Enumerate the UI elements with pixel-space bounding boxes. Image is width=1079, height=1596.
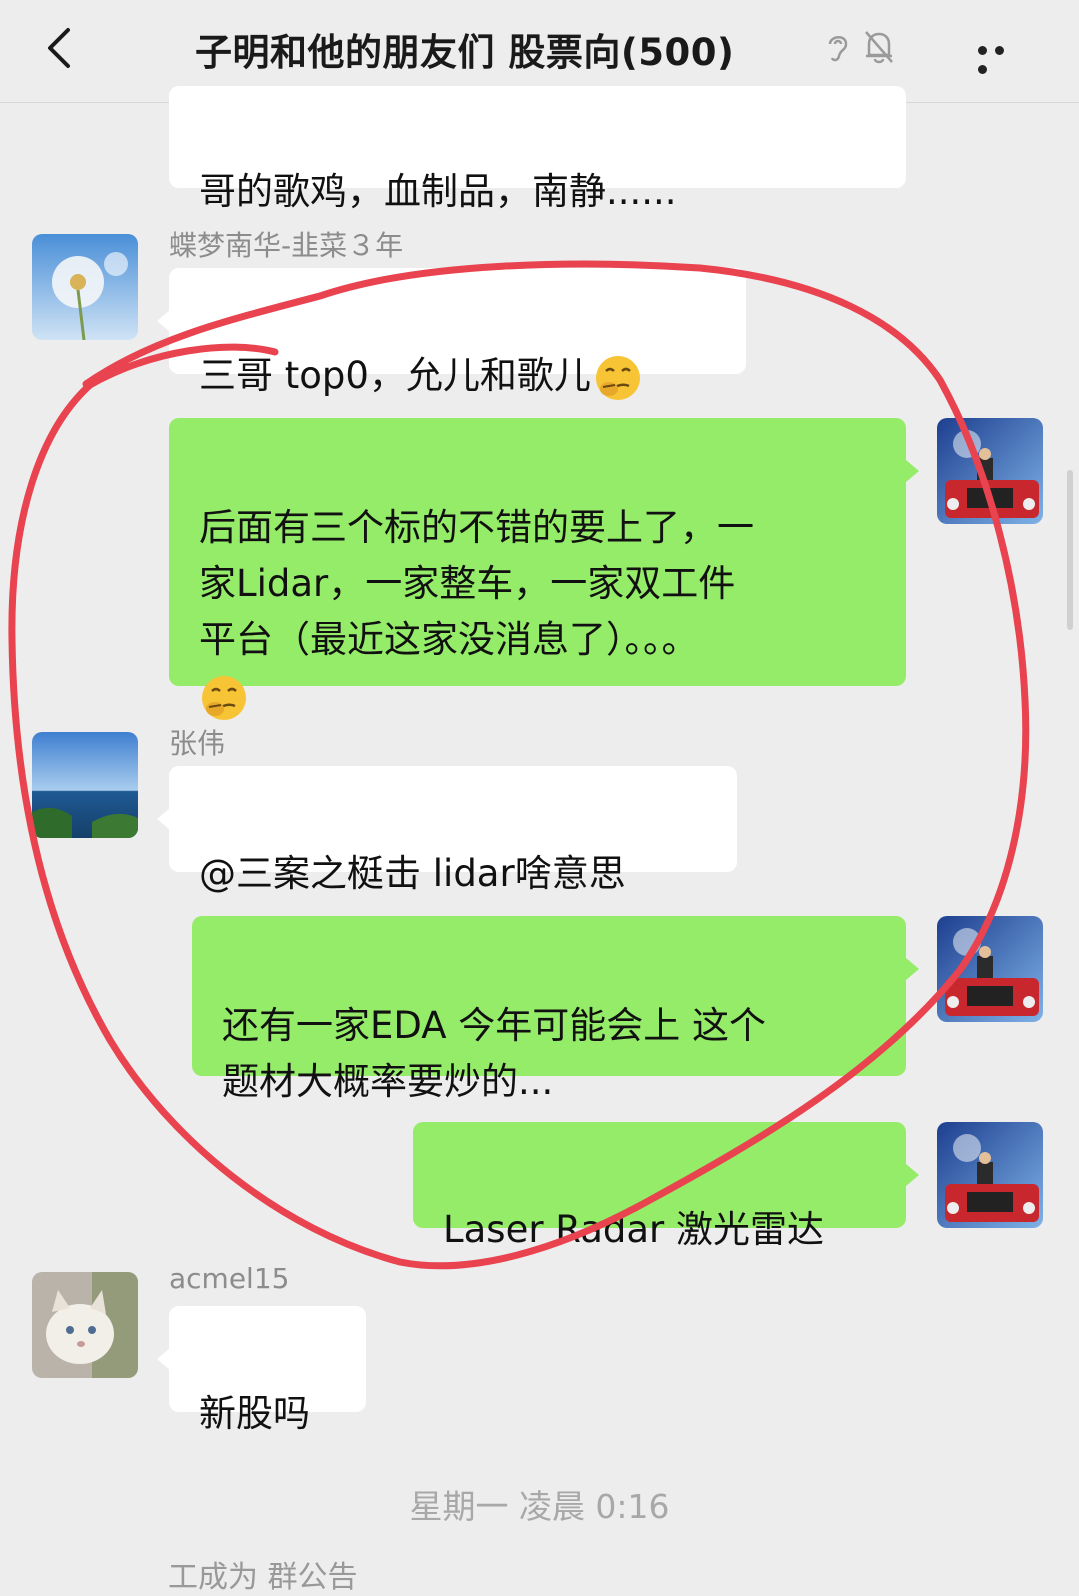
mute-bell-icon [865, 31, 893, 64]
avatar[interactable] [32, 1272, 138, 1378]
sender-name: 蝶梦南华-韭菜３年 [169, 229, 404, 262]
message-text: @三案之梃击 lidar啥意思 [199, 852, 626, 895]
back-icon[interactable] [40, 26, 80, 70]
thinking-emoji-icon [595, 355, 640, 400]
thinking-emoji-icon [202, 675, 246, 720]
bubble-tail [906, 460, 919, 482]
message-text: 还有一家EDA 今年可能会上 这个 题材大概率要炒的... [222, 1004, 767, 1103]
message-text: 新股吗 [199, 1392, 310, 1435]
my-avatar[interactable] [937, 1122, 1043, 1228]
sender-name: 张伟 [169, 727, 226, 760]
ear-icon [828, 36, 848, 62]
my-avatar[interactable] [937, 418, 1043, 524]
message-bubble[interactable]: 后面有三个标的不错的要上了，一 家Lidar，一家整车，一家双工件 平台（最近这… [169, 418, 906, 720]
message-bubble[interactable]: 新股吗 [169, 1306, 366, 1435]
my-avatar[interactable] [937, 916, 1043, 1022]
message-bubble[interactable]: Laser Radar 激光雷达 [413, 1122, 906, 1251]
bubble-tail [906, 1164, 919, 1186]
avatar[interactable] [32, 234, 138, 340]
system-message: 工成为 群公告 [168, 1560, 358, 1595]
bubble-tail [906, 958, 919, 980]
message-text: 哥的歌鸡，血制品，南静...... [199, 170, 677, 213]
message-text: Laser Radar 激光雷达 [443, 1208, 825, 1251]
message-bubble[interactable]: @三案之梃击 lidar啥意思 [169, 766, 737, 895]
message-bubble[interactable]: 三哥 top0，允儿和歌儿 [169, 268, 746, 400]
avatar[interactable] [32, 732, 138, 838]
message-timestamp: 星期一 凌晨 0:16 [409, 1487, 670, 1526]
more-options-icon[interactable] [978, 40, 1028, 74]
message-bubble[interactable]: 哥的歌鸡，血制品，南静...... [169, 86, 906, 213]
chat-title: 子明和他的朋友们 股票向(500) [195, 31, 735, 74]
message-text: 后面有三个标的不错的要上了，一 家Lidar，一家整车，一家双工件 平台（最近这… [199, 506, 754, 661]
message-text: 三哥 top0，允儿和歌儿 [199, 354, 591, 397]
message-bubble[interactable]: 还有一家EDA 今年可能会上 这个 题材大概率要炒的... [192, 916, 906, 1103]
scrollbar[interactable] [1067, 470, 1073, 630]
sender-name: acmel15 [169, 1262, 290, 1295]
